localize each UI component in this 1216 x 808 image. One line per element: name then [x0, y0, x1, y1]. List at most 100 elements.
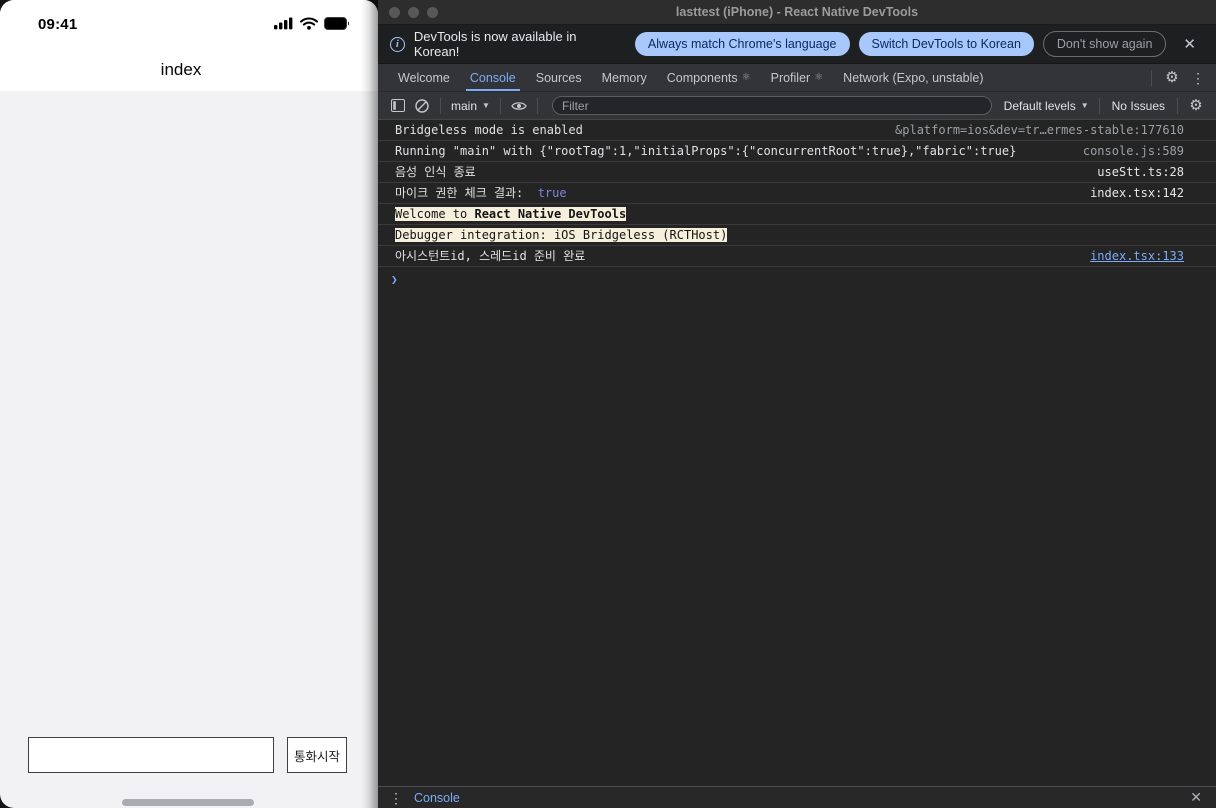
- boolean-value: true: [530, 186, 567, 200]
- close-window-icon[interactable]: [389, 7, 400, 18]
- divider: [536, 97, 538, 114]
- console-messages-area[interactable]: Bridgeless mode is enabled &platform=ios&…: [378, 120, 1216, 786]
- tab-label: Profiler: [770, 70, 811, 85]
- start-call-button[interactable]: 통화시작: [287, 737, 347, 773]
- log-message: Running "main" with {"rootTag":1,"initia…: [395, 141, 1067, 161]
- highlighted-text: Debugger integration: iOS Bridgeless (RC…: [395, 228, 728, 242]
- tab-label: Network (Expo, unstable): [843, 70, 984, 85]
- minimize-window-icon[interactable]: [408, 7, 419, 18]
- console-log-row: 아시스턴트id, 스레드id 준비 완료 index.tsx:133: [378, 246, 1216, 267]
- console-toolbar: main▼ Default levels▼ No Issues ⚙: [378, 92, 1216, 120]
- tab-label: Welcome: [398, 70, 450, 85]
- tab-network-expo-unstable[interactable]: Network (Expo, unstable): [833, 64, 993, 91]
- log-levels-dropdown[interactable]: Default levels ▼: [1000, 99, 1093, 113]
- tab-label: Memory: [601, 70, 647, 85]
- zoom-window-icon[interactable]: [427, 7, 438, 18]
- filter-field-wrap: [551, 96, 992, 115]
- home-indicator[interactable]: [122, 799, 254, 806]
- live-expression-eye-icon[interactable]: [507, 94, 531, 118]
- page-title: index: [160, 60, 202, 79]
- console-log-row: 음성 인식 종료 useStt.ts:28: [378, 162, 1216, 183]
- source-location-link[interactable]: useStt.ts:28: [1097, 162, 1184, 182]
- devtools-titlebar: lasttest (iPhone) - React Native DevTool…: [378, 0, 1216, 25]
- react-native-devtools-window: lasttest (iPhone) - React Native DevTool…: [378, 0, 1216, 808]
- language-infobar: i DevTools is now available in Korean! A…: [378, 25, 1216, 64]
- console-log-row: Debugger integration: iOS Bridgeless (RC…: [378, 225, 1216, 246]
- infobar-close-icon[interactable]: ✕: [1175, 35, 1204, 53]
- iphone-simulator-window: 09:41 index 통화시작: [0, 0, 378, 808]
- drawer-console-tab[interactable]: Console: [414, 791, 460, 805]
- issues-counter[interactable]: No Issues: [1106, 99, 1171, 113]
- console-settings-gear-icon[interactable]: ⚙: [1184, 94, 1208, 118]
- log-text: Running "main" with {"rootTag":1,"initia…: [395, 144, 1017, 158]
- chevron-down-icon: ▼: [1080, 101, 1089, 110]
- tab-profiler[interactable]: Profiler ⚛: [761, 64, 834, 91]
- divider: [1151, 69, 1152, 86]
- infobar-message: DevTools is now available in Korean!: [413, 29, 577, 59]
- clear-console-icon[interactable]: [410, 94, 434, 118]
- switch-devtools-korean-button[interactable]: Switch DevTools to Korean: [858, 32, 1034, 56]
- divider: [1098, 97, 1100, 114]
- more-options-kebab-icon[interactable]: ⋮: [1186, 66, 1210, 90]
- react-atom-icon: ⚛: [814, 72, 824, 83]
- divider: [440, 97, 441, 114]
- tabbar-right-controls: ⚙ ⋮: [1145, 64, 1216, 91]
- tab-label: Sources: [535, 70, 582, 85]
- status-icons: [274, 17, 350, 30]
- tab-welcome[interactable]: Welcome: [388, 64, 460, 91]
- status-time: 09:41: [38, 16, 78, 33]
- chevron-down-icon: ▼: [482, 101, 490, 110]
- console-log-row: Bridgeless mode is enabled &platform=ios&…: [378, 120, 1216, 141]
- phone-screen: 09:41 index 통화시작: [0, 0, 378, 808]
- drawer-kebab-icon[interactable]: ⋮: [384, 786, 408, 808]
- prompt-chevron-icon: ❯: [391, 272, 398, 286]
- phone-status-bar: 09:41: [0, 14, 378, 38]
- tab-label: Components: [666, 70, 738, 85]
- divider: [1177, 97, 1178, 114]
- devtools-tabbar: Welcome Console Sources Memory Components ⚛ Pr…: [378, 64, 1216, 92]
- tab-label: Console: [469, 70, 516, 85]
- tab-console[interactable]: Console: [460, 64, 526, 91]
- console-sidebar-toggle-icon[interactable]: [386, 94, 410, 118]
- console-prompt[interactable]: ❯: [378, 267, 1216, 291]
- log-message: Bridgeless mode is enabled: [395, 120, 879, 140]
- filter-input[interactable]: [551, 96, 992, 115]
- log-text: 아시스턴트id, 스레드id 준비 완료: [395, 249, 586, 263]
- source-location-link[interactable]: console.js:589: [1083, 141, 1184, 161]
- console-log-row: 마이크 권한 체크 결과: true index.tsx:142: [378, 183, 1216, 204]
- highlighted-text: Welcome to: [395, 207, 475, 221]
- console-log-row: Welcome to React Native DevTools: [378, 204, 1216, 225]
- console-log-row: Running "main" with {"rootTag":1,"initia…: [378, 141, 1216, 162]
- cellular-signal-icon: [274, 17, 294, 30]
- source-location-link[interactable]: index.tsx:133: [1090, 246, 1184, 266]
- log-message: 음성 인식 종료: [395, 162, 1081, 182]
- log-message: Welcome to React Native DevTools: [395, 204, 1184, 224]
- wifi-icon: [300, 17, 318, 30]
- source-location-link[interactable]: &platform=ios&dev=tr…ermes-stable:177610: [895, 120, 1184, 140]
- call-text-input[interactable]: [28, 737, 274, 773]
- match-chrome-language-button[interactable]: Always match Chrome's language: [634, 32, 850, 56]
- tab-sources[interactable]: Sources: [526, 64, 592, 91]
- dont-show-again-button[interactable]: Don't show again: [1042, 31, 1167, 57]
- log-text: 마이크 권한 체크 결과:: [395, 186, 531, 200]
- info-icon: i: [390, 36, 405, 52]
- log-message: 아시스턴트id, 스레드id 준비 완료: [395, 246, 1074, 266]
- phone-header: 09:41 index: [0, 0, 378, 91]
- window-traffic-lights[interactable]: [389, 7, 438, 18]
- tab-memory[interactable]: Memory: [592, 64, 657, 91]
- highlighted-text-bold: React Native DevTools: [474, 207, 627, 221]
- window-title: lasttest (iPhone) - React Native DevTool…: [675, 5, 919, 19]
- divider: [499, 97, 501, 114]
- drawer-bar: ⋮ Console ✕: [378, 786, 1216, 808]
- javascript-context-selector[interactable]: main ▼: [447, 99, 494, 113]
- log-message: Debugger integration: iOS Bridgeless (RC…: [395, 225, 1184, 245]
- log-text: 음성 인식 종료: [395, 165, 476, 179]
- log-text: Bridgeless mode is enabled: [395, 123, 583, 137]
- settings-gear-icon[interactable]: ⚙: [1160, 66, 1184, 90]
- log-message: 마이크 권한 체크 결과: true: [395, 183, 1074, 203]
- battery-icon: [324, 17, 350, 30]
- tab-components[interactable]: Components ⚛: [657, 64, 761, 91]
- react-atom-icon: ⚛: [741, 72, 751, 83]
- drawer-close-icon[interactable]: ✕: [1182, 789, 1210, 806]
- source-location-link[interactable]: index.tsx:142: [1090, 183, 1184, 203]
